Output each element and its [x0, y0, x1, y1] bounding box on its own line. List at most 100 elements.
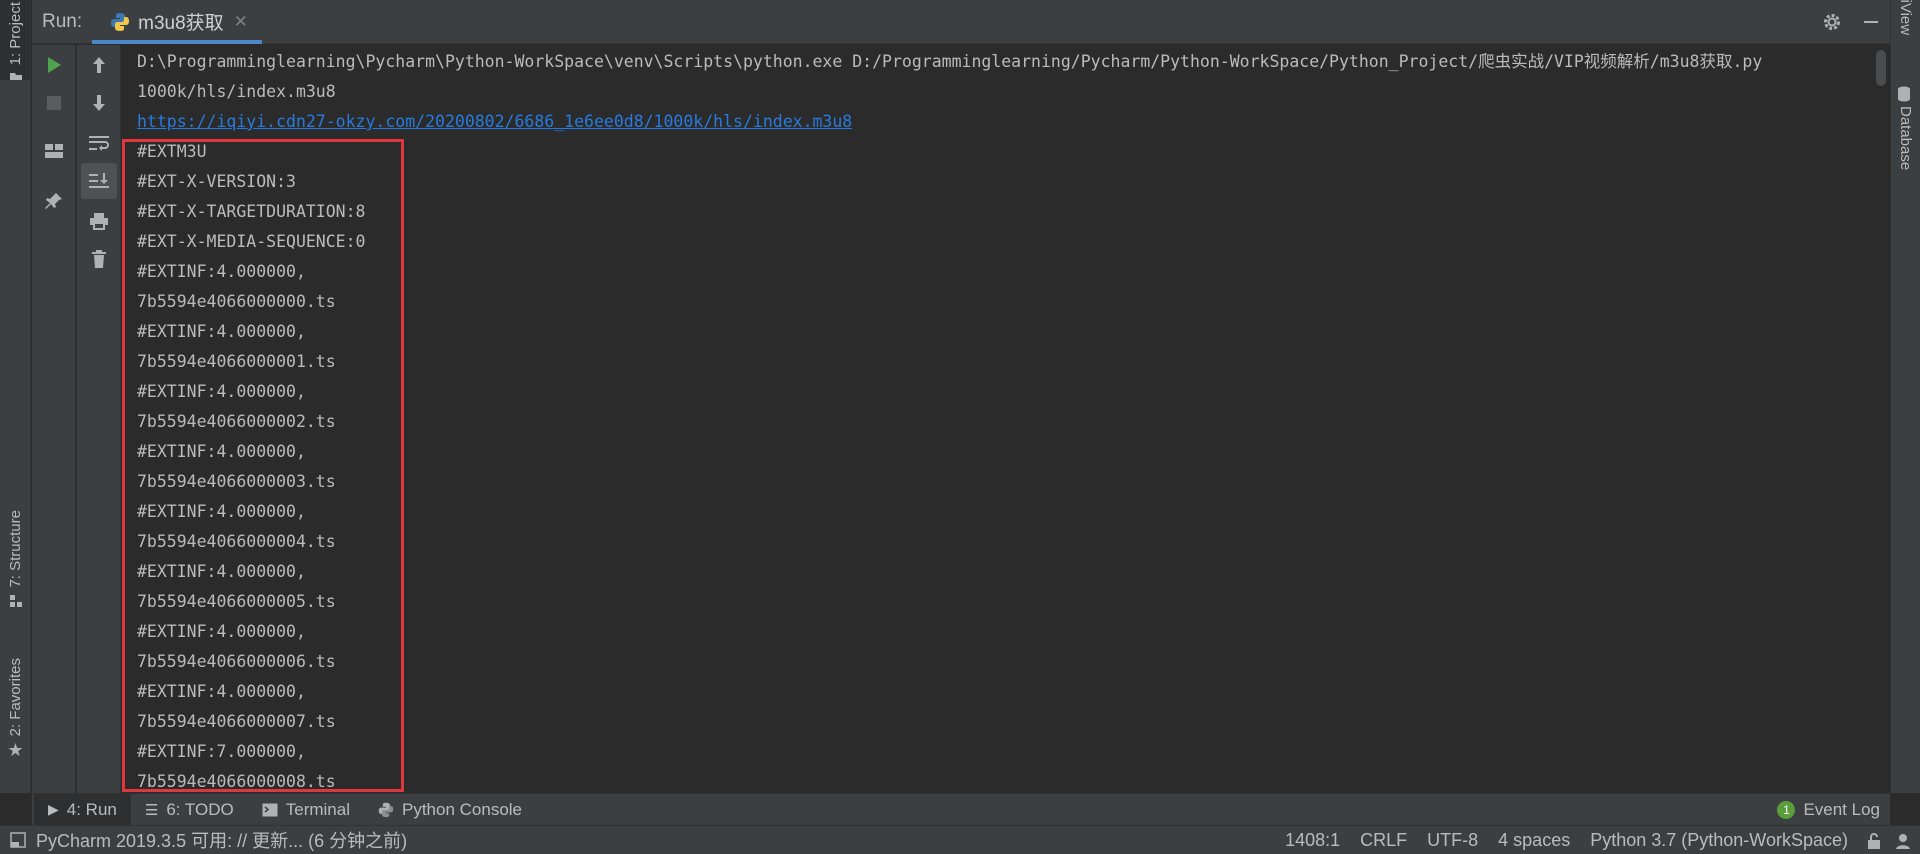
restore-layout-button[interactable] [32, 133, 76, 169]
console-line: #EXTINF:4.000000, [137, 262, 306, 281]
gear-icon[interactable] [1822, 12, 1842, 32]
console-scrollbar[interactable] [1876, 48, 1886, 788]
event-log-label: Event Log [1803, 800, 1880, 819]
console-line: 7b5594e4066000005.ts [137, 592, 336, 611]
run-tool-button[interactable]: ▶ 4: Run [34, 793, 131, 826]
console-line: 7b5594e4066000004.ts [137, 532, 336, 551]
console-line: 7b5594e4066000000.ts [137, 292, 336, 311]
console-line: 7b5594e4066000007.ts [137, 712, 336, 731]
down-button[interactable] [77, 85, 121, 121]
event-count-badge: 1 [1777, 801, 1796, 819]
structure-icon [9, 594, 22, 607]
todo-tool-label: 6: TODO [166, 799, 234, 819]
play-icon [48, 57, 61, 73]
console-line: 7b5594e4066000006.ts [137, 652, 336, 671]
structure-tab-label: 7: Structure [7, 510, 24, 588]
folder-icon [9, 73, 22, 80]
terminal-tool-label: Terminal [285, 799, 350, 819]
favorites-tab-label: 2: Favorites [7, 658, 24, 737]
console-line: 7b5594e4066000001.ts [137, 352, 336, 371]
lock-icon[interactable] [1866, 832, 1882, 850]
pin-icon [45, 193, 62, 209]
console-line: #EXTINF:4.000000, [137, 382, 306, 401]
stop-icon [47, 96, 61, 110]
run-controls-column [32, 45, 76, 793]
console-line: 7b5594e4066000008.ts [137, 772, 336, 791]
run-tool-header: Run: m3u8获取 ✕ [32, 0, 1890, 44]
status-message[interactable]: PyCharm 2019.3.5 可用: // 更新... (6 分钟之前) [36, 827, 407, 853]
close-icon[interactable]: ✕ [234, 12, 248, 32]
python-interpreter[interactable]: Python 3.7 (Python-WorkSpace) [1590, 830, 1848, 851]
console-line: D:\Programminglearning\Pycharm\Python-Wo… [137, 52, 1763, 71]
scrollbar-thumb[interactable] [1876, 50, 1886, 86]
line-separator[interactable]: CRLF [1360, 830, 1407, 851]
run-tool-label: 4: Run [66, 799, 117, 819]
minimize-icon[interactable] [1862, 13, 1880, 31]
python-icon [111, 12, 130, 31]
caret-position[interactable]: 1408:1 [1285, 830, 1340, 851]
console-line: #EXT-X-TARGETDURATION:8 [137, 202, 366, 221]
file-encoding[interactable]: UTF-8 [1427, 830, 1478, 851]
database-icon [1898, 86, 1910, 102]
project-tool-tab[interactable]: 1: Project [0, 0, 31, 80]
console-line: 7b5594e4066000003.ts [137, 472, 336, 491]
terminal-tool-button[interactable]: Terminal [248, 794, 364, 826]
database-tool-tab[interactable]: Database [1897, 86, 1914, 174]
terminal-icon [262, 803, 278, 816]
console-line: #EXT-X-MEDIA-SEQUENCE:0 [137, 232, 366, 251]
scroll-to-end-button[interactable] [81, 163, 117, 199]
console-line: 1000k/hls/index.m3u8 [137, 82, 336, 101]
database-tab-label: Database [1897, 106, 1914, 171]
soft-wrap-icon [89, 136, 109, 151]
layout-toggle-icon[interactable] [10, 832, 26, 848]
console-line: #EXTM3U [137, 142, 207, 161]
todo-tool-button[interactable]: ☰ 6: TODO [131, 794, 248, 826]
print-button[interactable] [77, 203, 121, 239]
left-tool-strip: 1: Project 7: Structure 2: Favorites ★ [0, 0, 31, 793]
console-output[interactable]: D:\Programminglearning\Pycharm\Python-Wo… [122, 45, 1868, 793]
python-console-tool-button[interactable]: Python Console [364, 794, 536, 826]
run-tab-title: m3u8获取 [138, 13, 224, 34]
status-bar: PyCharm 2019.3.5 可用: // 更新... (6 分钟之前) 1… [0, 825, 1920, 854]
python-console-icon [378, 802, 394, 817]
star-icon: ★ [7, 740, 24, 762]
pin-button[interactable] [32, 183, 76, 219]
console-link[interactable]: https://iqiyi.cdn27-okzy.com/20200802/66… [137, 112, 852, 131]
console-line: #EXTINF:4.000000, [137, 322, 306, 341]
console-line: #EXTINF:4.000000, [137, 502, 306, 521]
arrow-down-icon [93, 95, 105, 111]
run-label: Run: [42, 10, 83, 32]
clear-all-button[interactable] [77, 241, 121, 277]
console-line: #EXT-X-VERSION:3 [137, 172, 296, 191]
console-controls-column [77, 45, 121, 793]
rerun-button[interactable] [32, 47, 76, 83]
stop-button[interactable] [32, 85, 76, 121]
arrow-up-icon [93, 57, 105, 73]
console-line: 7b5594e4066000002.ts [137, 412, 336, 431]
sciview-tab-label: SciView [1897, 0, 1914, 36]
scroll-to-end-icon [89, 173, 109, 188]
header-actions [1822, 0, 1890, 44]
sciview-tool-tab[interactable]: SciView [1897, 0, 1914, 56]
indent-setting[interactable]: 4 spaces [1498, 830, 1570, 851]
console-line: https://iqiyi.cdn27-okzy.com/20200802/66… [137, 107, 852, 137]
console-line: #EXTINF:4.000000, [137, 622, 306, 641]
tool-window-bar: ▶ 4: Run ☰ 6: TODO Terminal Python Conso… [32, 793, 1890, 826]
console-line: #EXTINF:7.000000, [137, 742, 306, 761]
up-button[interactable] [77, 47, 121, 83]
console-line: #EXTINF:4.000000, [137, 682, 306, 701]
project-tab-label: 1: Project [7, 2, 24, 66]
event-log-button[interactable]: 1 Event Log [1777, 794, 1880, 826]
run-config-tab[interactable]: m3u8获取 ✕ [92, 0, 262, 44]
soft-wrap-button[interactable] [77, 125, 121, 161]
print-icon [90, 213, 108, 230]
play-small-icon: ▶ [48, 801, 59, 817]
status-right-widgets: 1408:1 CRLF UTF-8 4 spaces Python 3.7 (P… [1265, 826, 1912, 854]
structure-tool-tab[interactable]: 7: Structure [0, 510, 31, 630]
console-line: #EXTINF:4.000000, [137, 442, 306, 461]
layout-icon [45, 144, 63, 158]
favorites-tool-tab[interactable]: 2: Favorites ★ [0, 658, 31, 778]
right-tool-strip: SciView Database [1890, 0, 1920, 793]
python-console-tool-label: Python Console [401, 799, 523, 819]
inspector-icon[interactable] [1894, 832, 1912, 850]
